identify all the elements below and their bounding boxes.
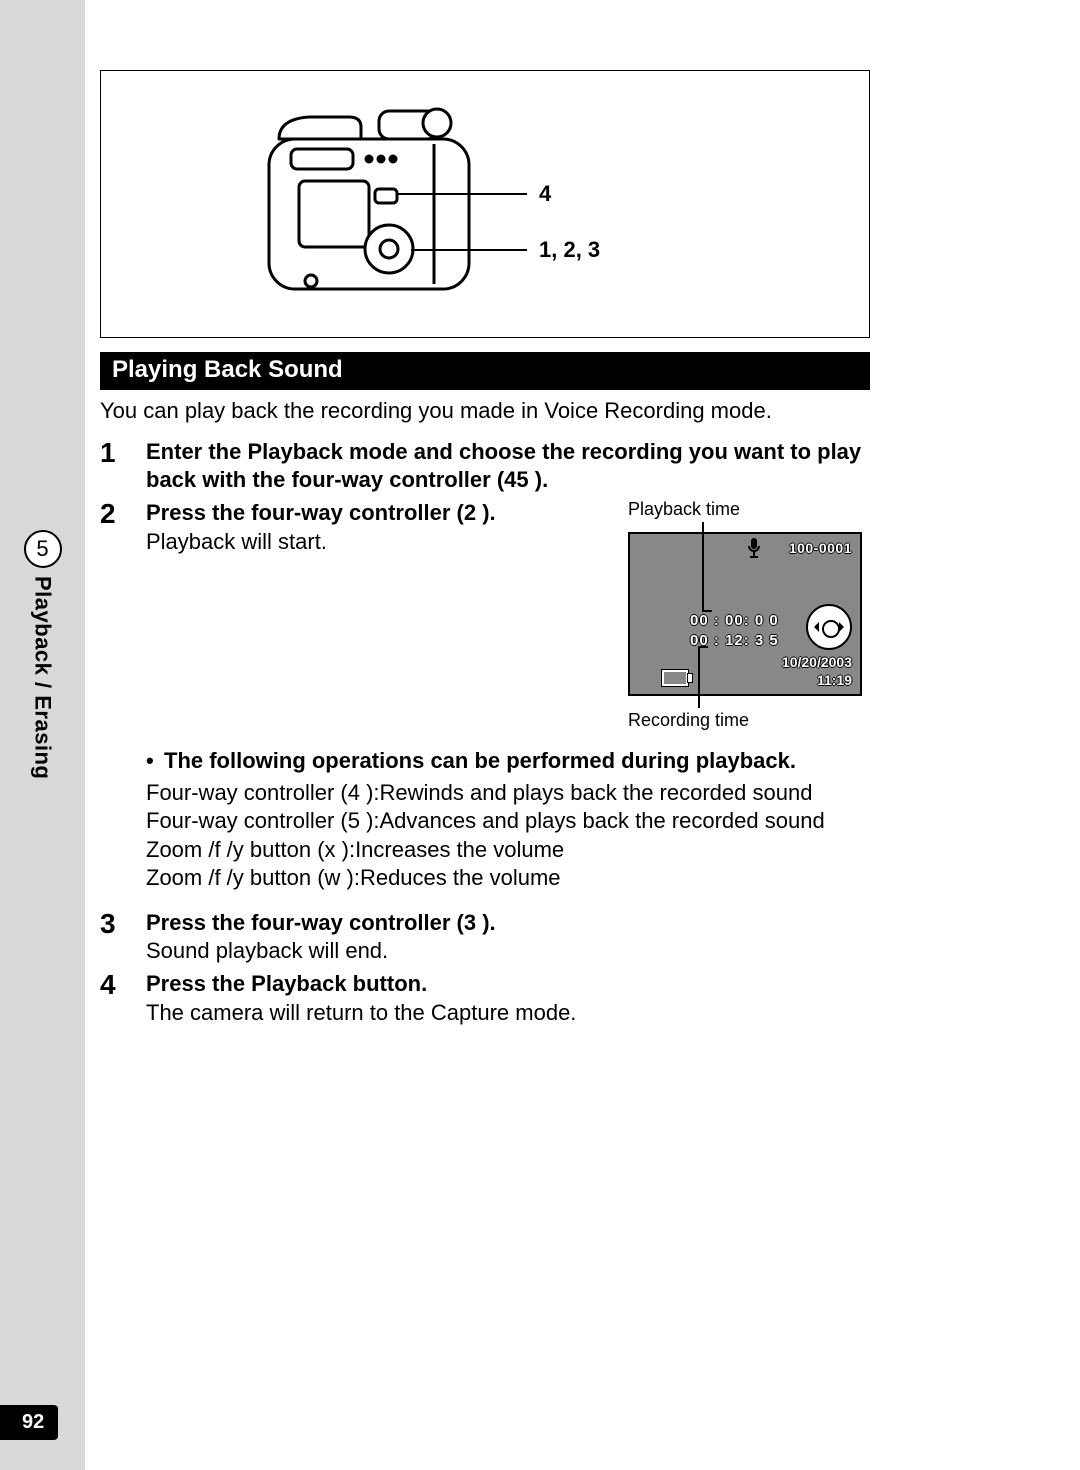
step-1: 1 Enter the Playback mode and choose the…: [100, 438, 870, 493]
step-number: 2: [100, 499, 146, 528]
step-title: Enter the Playback mode and choose the r…: [146, 438, 870, 493]
lcd-screen-figure: Playback time 100-0001 00 : 00: 0 0 00 :…: [620, 499, 870, 731]
elapsed-time: 00 : 00: 0 0: [690, 612, 779, 629]
operation-line: Four-way controller (5 ):Advances and pl…: [146, 807, 870, 836]
step-title: Press the Playback button.: [146, 970, 870, 998]
intro-text: You can play back the recording you made…: [100, 398, 870, 424]
page-sheet: 4 1, 2, 3 Playing Back Sound You can pla…: [85, 0, 1080, 1470]
chapter-label: Playback / Erasing: [30, 576, 56, 779]
record-clock: 11:19: [817, 672, 852, 688]
step-4: 4 Press the Playback button. The camera …: [100, 970, 870, 1026]
step-subtext: The camera will return to the Capture mo…: [146, 1000, 870, 1026]
camera-line-art: [259, 99, 489, 309]
section-title-bar: Playing Back Sound: [100, 352, 870, 390]
step-number: 1: [100, 438, 146, 467]
file-number: 100-0001: [789, 540, 852, 556]
step-number: 3: [100, 909, 146, 938]
microphone-icon: [746, 538, 762, 563]
playback-time-caption: Playback time: [620, 499, 870, 520]
operation-line: Four-way controller (4 ):Rewinds and pla…: [146, 779, 870, 808]
step-2: 2 Press the four-way controller (2 ). Pl…: [100, 499, 870, 729]
dpad-icon: [806, 604, 852, 650]
step-subtext: Sound playback will end.: [146, 938, 870, 964]
step-title: Press the four-way controller (3 ).: [146, 909, 870, 937]
operations-heading: The following operations can be performe…: [146, 747, 870, 775]
record-date: 10/20/2003: [782, 654, 852, 670]
operation-line: Zoom /f /y button (w ):Reduces the volum…: [146, 864, 870, 893]
lcd-mockup: 100-0001 00 : 00: 0 0 00 : 12: 3 5 10/20…: [628, 532, 862, 696]
side-tab: 5 Playback / Erasing: [0, 530, 85, 779]
step-number: 4: [100, 970, 146, 999]
step-subtext: Playback will start.: [146, 529, 576, 555]
operation-line: Zoom /f /y button (x ):Increases the vol…: [146, 836, 870, 865]
camera-illustration-frame: 4 1, 2, 3: [100, 70, 870, 338]
illustration-callout-bottom: 1, 2, 3: [539, 237, 600, 263]
step-3: 3 Press the four-way controller (3 ). So…: [100, 909, 870, 965]
recording-time-caption: Recording time: [620, 710, 870, 731]
illustration-callout-top: 4: [539, 181, 551, 207]
playback-operations: The following operations can be performe…: [146, 747, 870, 893]
page-number: 92: [0, 1405, 58, 1440]
step-title: Press the four-way controller (2 ).: [146, 499, 576, 527]
battery-icon: [662, 670, 688, 686]
chapter-number-badge: 5: [24, 530, 62, 568]
